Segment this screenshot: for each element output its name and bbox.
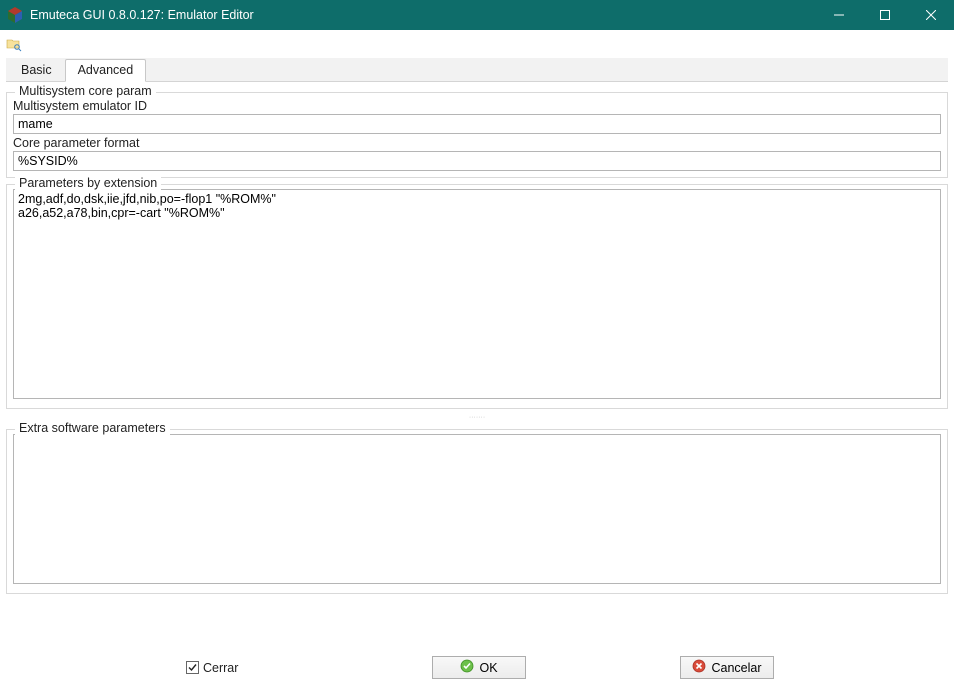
window-controls [816, 0, 954, 30]
app-icon [6, 6, 24, 24]
label-multisystem-id: Multisystem emulator ID [13, 99, 941, 113]
maximize-button[interactable] [862, 0, 908, 30]
button-row: Cerrar OK Cancelar [6, 656, 948, 680]
group-multisystem-legend: Multisystem core param [15, 84, 156, 98]
titlebar: Emuteca GUI 0.8.0.127: Emulator Editor [0, 0, 954, 30]
checkbox-cerrar-label: Cerrar [203, 661, 238, 675]
group-extra-params-legend: Extra software parameters [15, 421, 170, 435]
tab-basic[interactable]: Basic [8, 59, 65, 82]
label-core-format: Core parameter format [13, 136, 941, 150]
tab-panel-advanced: Multisystem core param Multisystem emula… [6, 82, 948, 594]
group-extra-params: Extra software parameters [6, 429, 948, 594]
input-core-format[interactable] [13, 151, 941, 171]
window-title: Emuteca GUI 0.8.0.127: Emulator Editor [30, 8, 816, 22]
tab-advanced[interactable]: Advanced [65, 59, 147, 82]
cancel-button-label: Cancelar [711, 661, 761, 675]
cancel-icon [692, 659, 706, 676]
group-params-by-extension-legend: Parameters by extension [15, 176, 161, 190]
minimize-button[interactable] [816, 0, 862, 30]
checkbox-cerrar-wrap[interactable]: Cerrar [186, 656, 238, 679]
ok-button[interactable]: OK [432, 656, 526, 679]
checkbox-cerrar-box[interactable] [186, 661, 199, 674]
cancel-button[interactable]: Cancelar [680, 656, 774, 679]
group-multisystem: Multisystem core param Multisystem emula… [6, 92, 948, 178]
tab-strip: Basic Advanced [6, 58, 948, 82]
textarea-params-by-extension[interactable] [13, 189, 941, 399]
close-button[interactable] [908, 0, 954, 30]
search-folder-icon[interactable] [6, 36, 22, 52]
toolbar [6, 36, 948, 58]
ok-icon [460, 659, 474, 676]
group-params-by-extension: Parameters by extension [6, 184, 948, 409]
textarea-extra-params[interactable] [13, 434, 941, 584]
ok-button-label: OK [479, 661, 497, 675]
input-multisystem-id[interactable] [13, 114, 941, 134]
